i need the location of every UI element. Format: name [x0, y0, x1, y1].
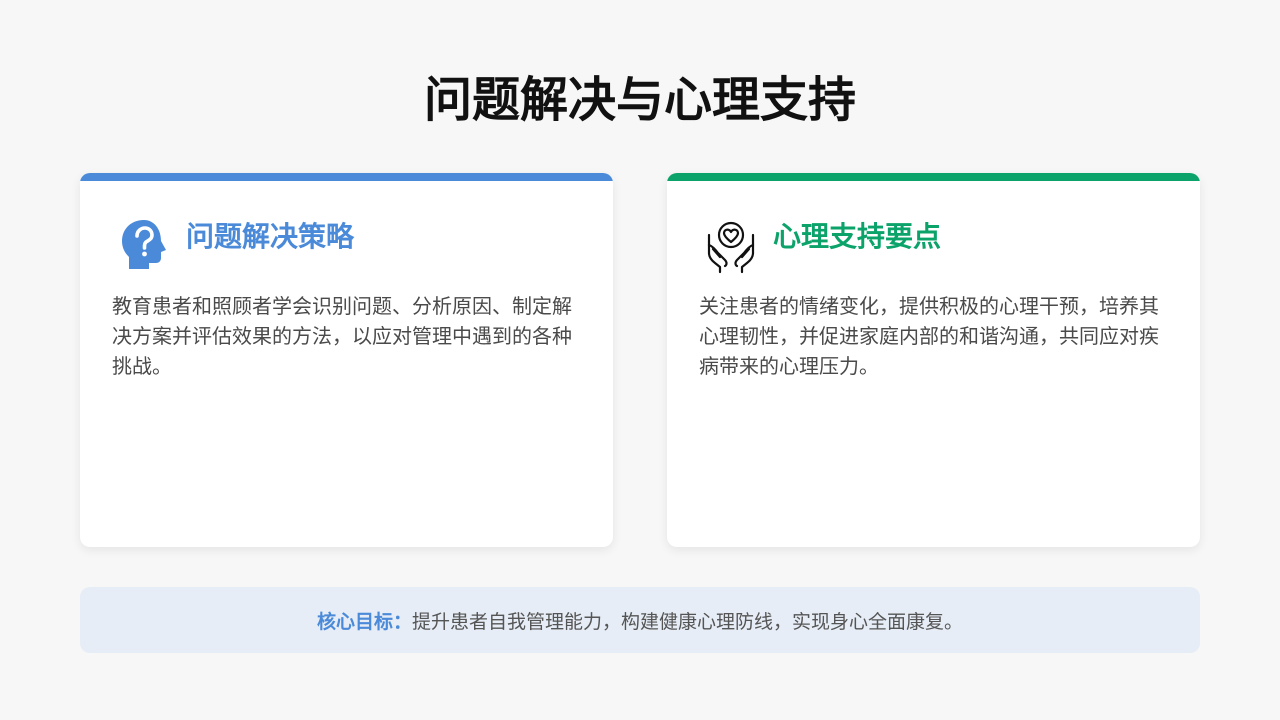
page-title: 问题解决与心理支持: [423, 72, 856, 128]
card-title: 问题解决策略: [186, 220, 355, 253]
problem-solving-card: 问题解决策略 教育患者和照顾者学会识别问题、分析原因、制定解决方案并评估效果的方…: [80, 173, 613, 547]
head-question-icon: [114, 215, 174, 275]
card-accent-bar: [667, 173, 1200, 181]
goal-label: 核心目标：: [316, 610, 412, 633]
goal-text: 提升患者自我管理能力，构建健康心理防线，实现身心全面康复。: [412, 610, 964, 633]
psychological-support-card: 心理支持要点 关注患者的情绪变化，提供积极的心理干预，培养其心理韧性，并促进家庭…: [667, 173, 1200, 547]
card-title: 心理支持要点: [773, 220, 942, 253]
card-accent-bar: [80, 173, 613, 181]
card-description: 教育患者和照顾者学会识别问题、分析原因、制定解决方案并评估效果的方法，以应对管理…: [112, 294, 572, 378]
card-description: 关注患者的情绪变化，提供积极的心理干预，培养其心理韧性，并促进家庭内部的和谐沟通…: [699, 294, 1159, 378]
core-goal-banner: 核心目标： 提升患者自我管理能力，构建健康心理防线，实现身心全面康复。: [80, 587, 1200, 653]
hands-heart-icon: [701, 215, 761, 275]
